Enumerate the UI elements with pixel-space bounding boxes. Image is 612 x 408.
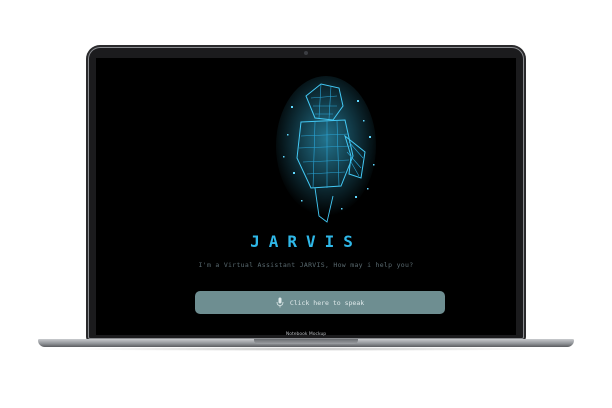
app-screen: JARVIS I'm a Virtual Assistant JARVIS, H… (96, 58, 516, 335)
app-title: JARVIS (250, 232, 362, 251)
laptop-mockup: JARVIS I'm a Virtual Assistant JARVIS, H… (0, 0, 612, 408)
camera-dot (304, 51, 308, 55)
speak-button-label: Click here to speak (289, 298, 365, 307)
laptop-lid: JARVIS I'm a Virtual Assistant JARVIS, H… (88, 47, 524, 339)
app-subtitle: I'm a Virtual Assistant JARVIS, How may … (198, 261, 414, 269)
device-label: Notebook Mockup (285, 332, 327, 337)
mic-icon (276, 297, 284, 308)
hologram-hand-icon (276, 76, 376, 223)
laptop-shadow (60, 347, 552, 351)
speak-button[interactable]: Click here to speak (195, 291, 445, 314)
laptop-base (38, 339, 574, 347)
laptop-notch (254, 339, 358, 344)
